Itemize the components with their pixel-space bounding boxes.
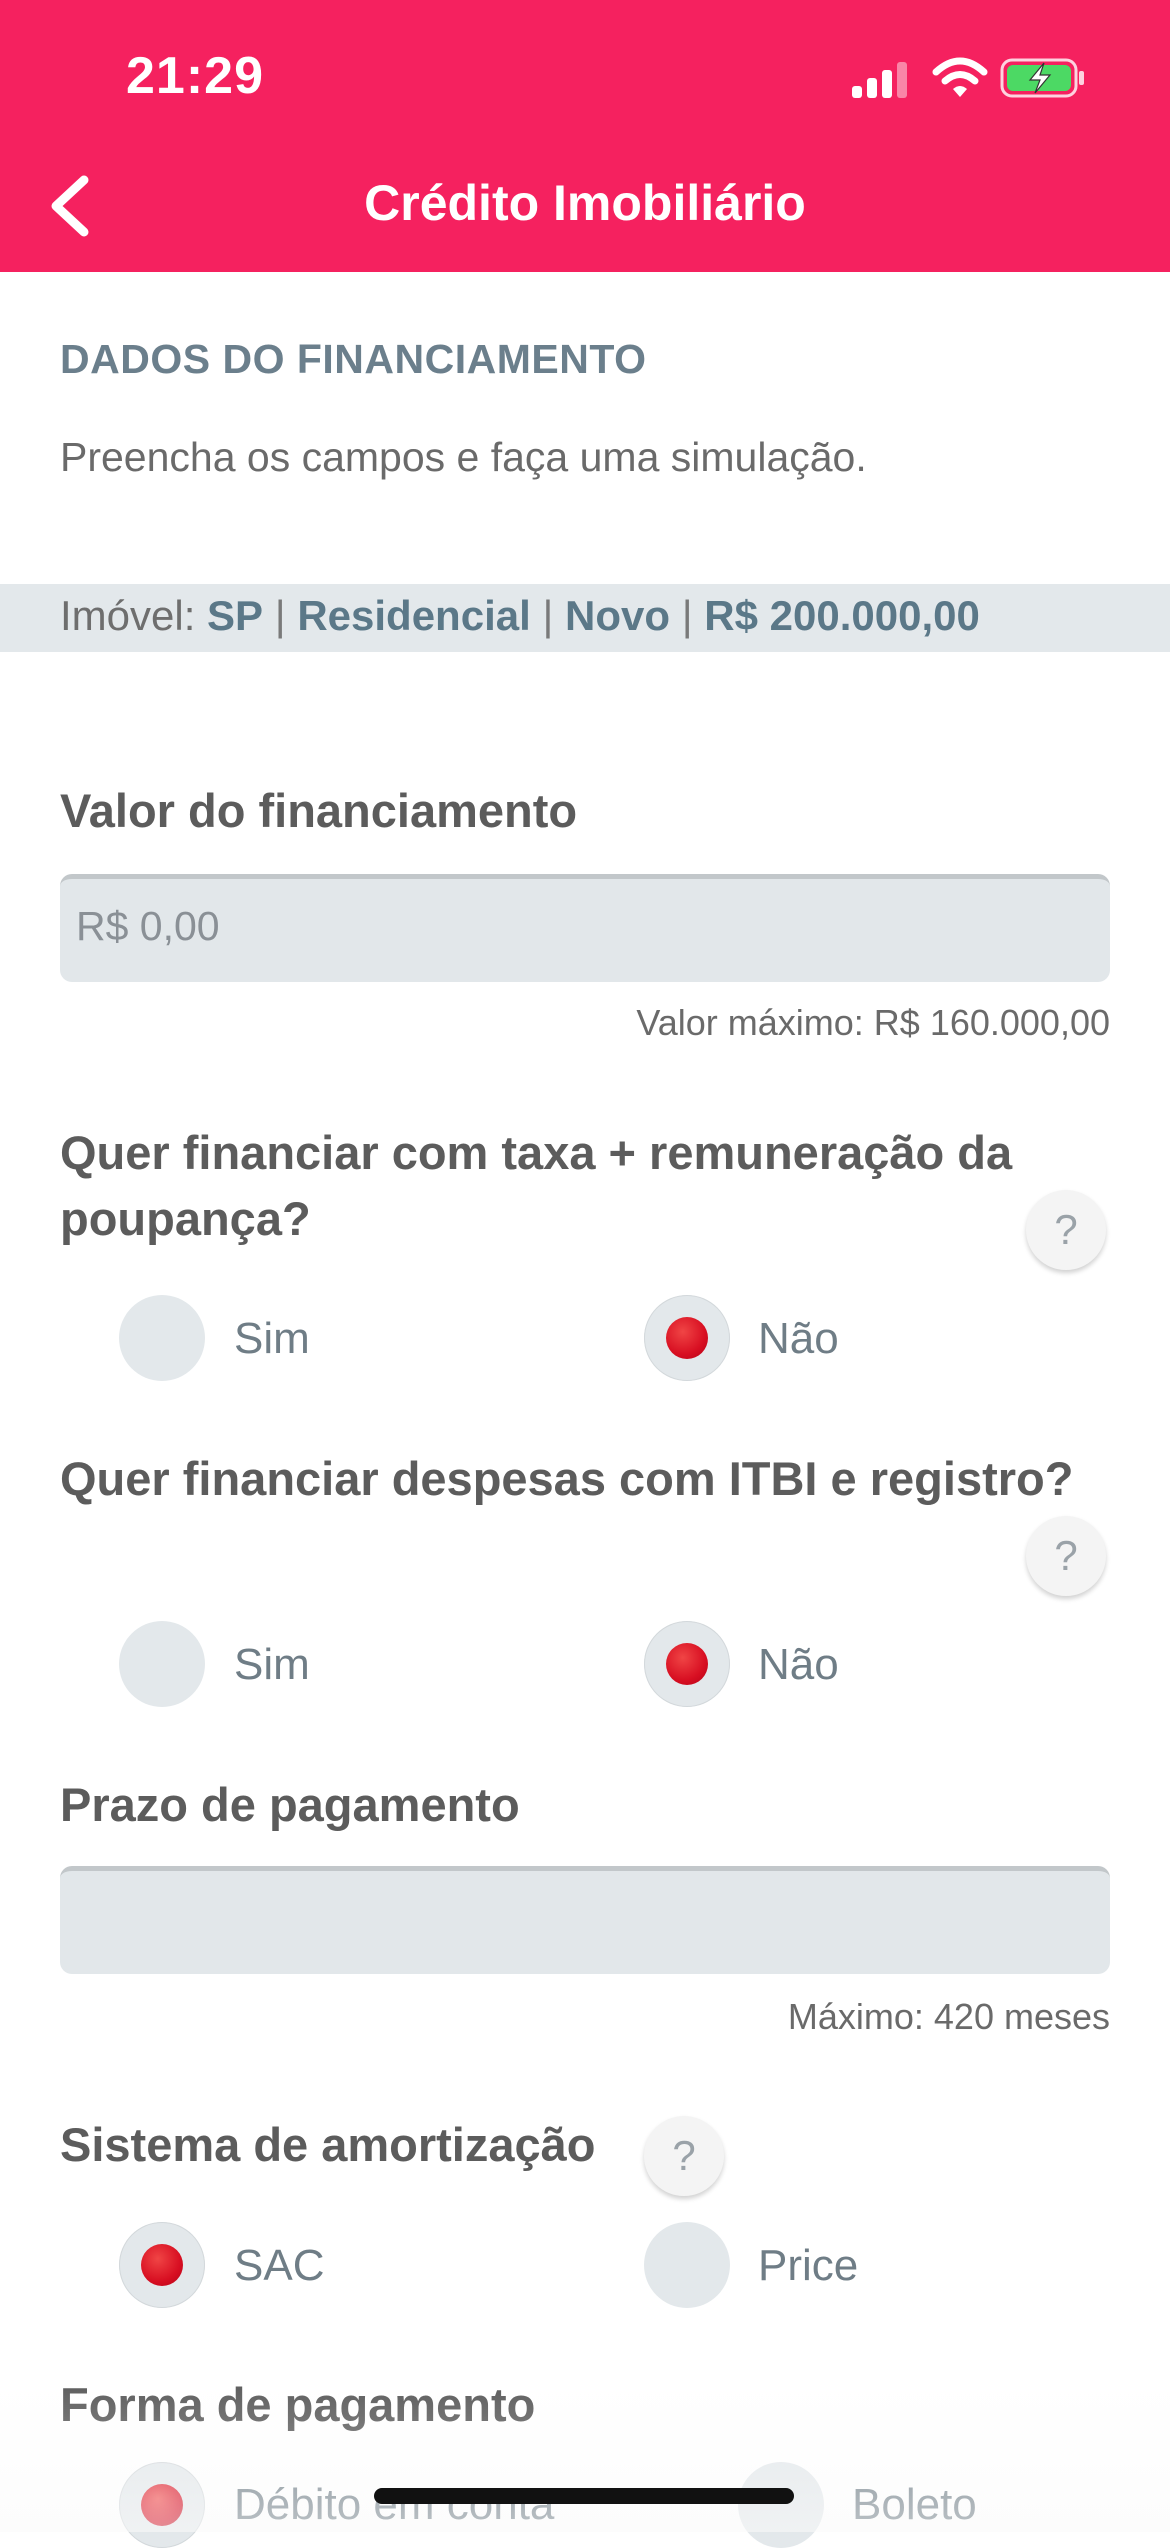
battery-charging-icon: [1000, 58, 1084, 98]
payment-term-input[interactable]: [60, 1866, 1110, 1974]
property-prefix: Imóvel:: [60, 592, 208, 639]
savings-rate-question-line2: poupança?: [60, 1192, 311, 1245]
itbi-sim-radio[interactable]: [119, 1621, 205, 1707]
savings-rate-question-line1: Quer financiar com taxa + remuneração da: [60, 1126, 1013, 1179]
property-summary-bar: Imóvel: SP | Residencial | Novo | R$ 200…: [0, 584, 1170, 652]
financing-value-input[interactable]: R$ 0,00: [60, 874, 1110, 982]
cellular-signal-icon: [852, 62, 912, 98]
amortization-help-button[interactable]: ?: [644, 2116, 724, 2196]
payment-method-boleto-label[interactable]: Boleto: [852, 2480, 977, 2530]
section-subtitle: Preencha os campos e faça uma simulação.: [60, 434, 867, 480]
itbi-help-button[interactable]: ?: [1026, 1516, 1106, 1596]
amortization-sac-label[interactable]: SAC: [234, 2241, 324, 2291]
wifi-icon: [932, 57, 988, 97]
property-summary: Imóvel: SP | Residencial | Novo | R$ 200…: [60, 592, 980, 640]
savings-rate-nao-radio[interactable]: [644, 1295, 730, 1381]
radio-selected-dot: [666, 1317, 708, 1359]
payment-term-hint: Máximo: 420 meses: [787, 1996, 1110, 2037]
home-indicator[interactable]: [374, 2488, 794, 2504]
radio-selected-dot: [141, 2244, 183, 2286]
savings-rate-question: Quer financiar com taxa + remuneração da…: [60, 1120, 1012, 1252]
savings-rate-nao-label[interactable]: Não: [758, 1314, 839, 1364]
status-time: 21:29: [126, 47, 264, 105]
itbi-question: Quer financiar despesas com ITBI e regis…: [60, 1452, 1074, 1505]
property-value: R$ 200.000,00: [704, 592, 980, 639]
property-type: Residencial: [297, 592, 531, 639]
financing-value-label: Valor do financiamento: [60, 784, 578, 837]
property-condition: Novo: [565, 592, 671, 639]
itbi-nao-radio[interactable]: [644, 1621, 730, 1707]
radio-selected-dot: [141, 2484, 183, 2526]
separator: |: [670, 592, 705, 639]
separator: |: [530, 592, 566, 639]
payment-method-boleto-radio[interactable]: [738, 2462, 824, 2548]
payment-term-label: Prazo de pagamento: [60, 1778, 520, 1831]
financing-value-placeholder: R$ 0,00: [76, 903, 220, 949]
page-title: Crédito Imobiliário: [364, 175, 806, 231]
savings-rate-sim-label[interactable]: Sim: [234, 1314, 310, 1364]
app-header: 21:29 Crédito Imobiliário: [0, 0, 1170, 272]
savings-rate-sim-radio[interactable]: [119, 1295, 205, 1381]
section-heading: DADOS DO FINANCIAMENTO: [60, 336, 647, 382]
amortization-label: Sistema de amortização: [60, 2118, 596, 2171]
savings-rate-help-button[interactable]: ?: [1026, 1190, 1106, 1270]
financing-value-hint: Valor máximo: R$ 160.000,00: [636, 1002, 1110, 1043]
property-state: SP: [207, 592, 264, 639]
radio-selected-dot: [666, 1643, 708, 1685]
amortization-price-label[interactable]: Price: [758, 2241, 858, 2291]
payment-method-label: Forma de pagamento: [60, 2378, 536, 2431]
itbi-sim-label[interactable]: Sim: [234, 1640, 310, 1690]
separator: |: [263, 592, 298, 639]
amortization-price-radio[interactable]: [644, 2222, 730, 2308]
payment-method-debito-radio[interactable]: [119, 2462, 205, 2548]
itbi-nao-label[interactable]: Não: [758, 1640, 839, 1690]
amortization-sac-radio[interactable]: [119, 2222, 205, 2308]
